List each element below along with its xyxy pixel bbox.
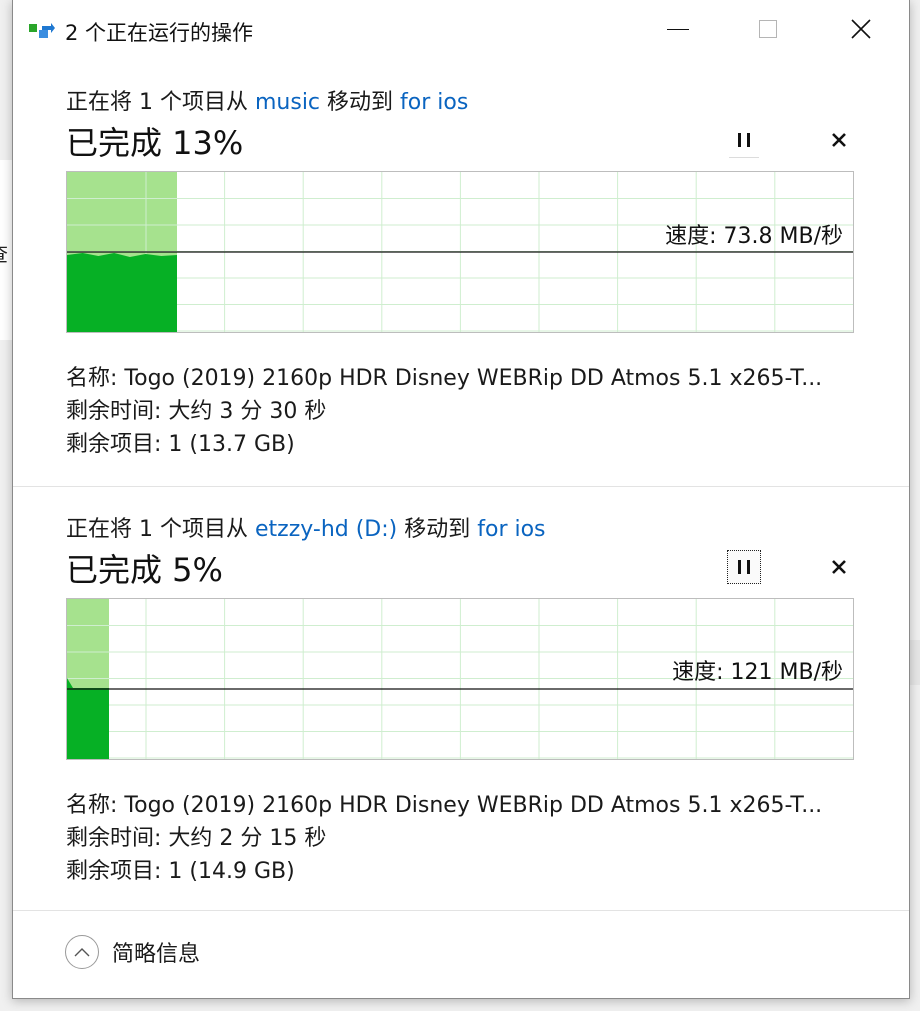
speed-area [67,250,177,332]
pause-icon-bar [747,560,750,574]
source-link[interactable]: etzzy-hd (D:) [255,517,397,542]
file-operation-dialog: 2 个正在运行的操作 正在将 1 个项目从 music 移动到 for ios … [12,0,910,999]
cancel-button[interactable] [823,551,855,583]
fewer-details-label: 简略信息 [112,942,201,967]
maximize-button[interactable] [738,6,798,52]
file-name: 名称: Togo (2019) 2160p HDR Disney WEBRip … [66,793,823,818]
operation-description: 正在将 1 个项目从 etzzy-hd (D:) 移动到 for ios [66,511,546,543]
destination-link[interactable]: for ios [400,90,468,115]
pause-icon [738,560,741,574]
fewer-details-toggle[interactable]: 简略信息 [65,935,200,969]
minimize-button[interactable] [648,6,708,52]
description-prefix: 正在将 1 个项目从 [66,90,255,115]
description-prefix: 正在将 1 个项目从 [66,517,255,542]
speed-label: 速度: 73.8 MB/秒 [665,224,843,249]
speed-graph-chart [67,172,853,332]
close-icon [851,19,871,39]
close-window-button[interactable] [831,6,891,52]
time-remaining: 剩余时间: 大约 3 分 30 秒 [66,399,327,424]
chevron-up-icon [65,935,99,969]
minimize-icon [667,28,689,30]
description-middle: 移动到 [320,90,401,115]
time-remaining: 剩余时间: 大约 2 分 15 秒 [66,826,327,851]
source-link[interactable]: music [255,90,320,115]
pause-icon [738,133,741,147]
file-name: 名称: Togo (2019) 2160p HDR Disney WEBRip … [66,366,823,391]
maximize-icon [759,20,777,38]
close-icon [832,560,846,574]
progress-percent: 已完成 5% [66,551,223,589]
description-middle: 移动到 [397,517,478,542]
destination-link[interactable]: for ios [477,517,545,542]
progress-percent: 已完成 13% [66,124,244,162]
title-bar: 2 个正在运行的操作 [13,0,909,60]
footer-divider [13,910,909,911]
pause-underline [729,157,759,158]
speed-graph: 速度: 73.8 MB/秒 [66,171,854,333]
window-title: 2 个正在运行的操作 [65,21,254,45]
pause-button[interactable] [727,123,761,157]
speed-label: 速度: 121 MB/秒 [672,660,843,685]
cancel-button[interactable] [823,124,855,156]
background-text: 查 [0,238,8,267]
pause-button[interactable] [727,550,761,584]
close-icon [832,133,846,147]
speed-graph: 速度: 121 MB/秒 [66,598,854,760]
items-remaining: 剩余项目: 1 (14.9 GB) [66,859,295,884]
items-remaining: 剩余项目: 1 (13.7 GB) [66,432,295,457]
pause-icon-bar [747,133,750,147]
speed-area [67,678,109,759]
chevron-up-glyph [74,948,90,957]
file-move-icon [29,23,55,38]
operation-description: 正在将 1 个项目从 music 移动到 for ios [66,84,468,116]
operation-divider [13,486,909,487]
